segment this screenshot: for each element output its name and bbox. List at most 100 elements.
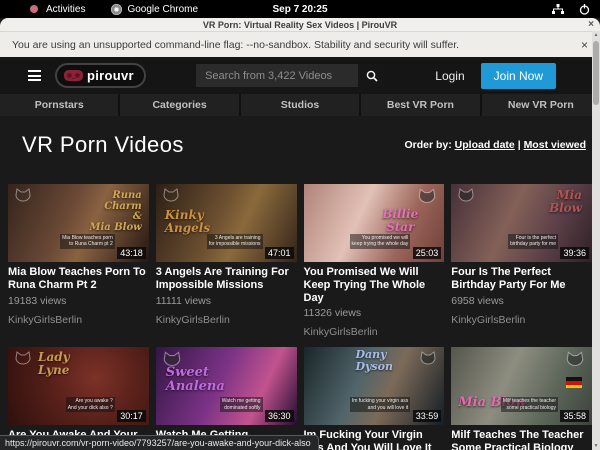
studio-cat-logo-icon	[456, 188, 476, 204]
status-url-text: https://pirouvr.com/vr-porn-video/779325…	[5, 438, 311, 448]
menu-item-best-vr-porn[interactable]: Best VR Porn	[359, 94, 479, 116]
studio-link[interactable]: KinkyGirlsBerlin	[8, 314, 149, 326]
thumb-overlay-name: Billie Star	[382, 208, 418, 233]
thumb-overlay-name: Sweet Analena	[166, 366, 225, 393]
video-title[interactable]: Milf Teaches The Teacher Some Practical …	[451, 429, 592, 450]
tab-title: VR Porn: Virtual Reality Sex Videos | Pi…	[203, 20, 397, 30]
thumb-overlay-caption: Im fucking your virgin ass and you will …	[350, 397, 410, 413]
thumb-overlay-caption: Milf teaches the teacher some practical …	[501, 397, 558, 413]
studio-link[interactable]: KinkyGirlsBerlin	[304, 326, 445, 338]
video-title[interactable]: You Promised We Will Keep Trying The Who…	[304, 266, 445, 304]
thumb-overlay-caption: Watch me getting dominated softly	[220, 397, 263, 413]
network-icon[interactable]	[552, 4, 564, 15]
duration-badge: 39:36	[560, 247, 589, 259]
focused-app-label: Google Chrome	[127, 4, 198, 15]
vertical-scrollbar[interactable]: ▲ ▼	[592, 31, 600, 450]
video-card[interactable]: Dany Dyson Im fucking your virgin ass an…	[304, 347, 445, 450]
menu-item-categories[interactable]: Categories	[118, 94, 238, 116]
thumb-overlay-caption: 3 Angels are training for impossible mis…	[207, 234, 263, 250]
site-menu: Pornstars Categories Studios Best VR Por…	[0, 94, 600, 116]
menu-item-new-vr-porn[interactable]: New VR Porn	[480, 94, 600, 116]
thumb-overlay-name: Lady Lyne	[38, 351, 70, 376]
thumb-overlay-name: Kinky Angels	[165, 209, 210, 234]
browser-tab-strip: VR Porn: Virtual Reality Sex Videos | Pi…	[0, 18, 600, 31]
video-card[interactable]: Kinky Angels 3 Angels are training for i…	[156, 184, 297, 338]
studio-link[interactable]: KinkyGirlsBerlin	[451, 314, 592, 326]
video-views: 19183 views	[8, 295, 149, 307]
video-views: 11111 views	[156, 295, 297, 307]
video-thumbnail[interactable]: Sweet Analena Watch me getting dominated…	[156, 347, 297, 425]
studio-cat-logo-icon	[416, 188, 438, 206]
menu-item-pornstars[interactable]: Pornstars	[0, 94, 118, 116]
hamburger-menu-icon[interactable]	[28, 70, 41, 81]
status-url-bubble: https://pirouvr.com/vr-porn-video/779325…	[0, 435, 319, 450]
system-top-bar: Activities Google Chrome Sep 7 20:25	[0, 0, 600, 18]
order-separator: |	[518, 139, 521, 151]
power-icon[interactable]	[579, 4, 590, 15]
studio-link[interactable]: KinkyGirlsBerlin	[156, 314, 297, 326]
video-thumbnail[interactable]: Kinky Angels 3 Angels are training for i…	[156, 184, 297, 262]
thumb-overlay-name: Runa Charm & Mia Blow	[89, 191, 141, 233]
order-by-control: Order by: Upload date | Most viewed	[404, 139, 586, 151]
video-views: 6958 views	[451, 295, 592, 307]
video-thumbnail[interactable]: Dany Dyson Im fucking your virgin ass an…	[304, 347, 445, 425]
site-navbar: pirouvr Login Join Now	[0, 57, 600, 94]
video-title[interactable]: 3 Angels Are Training For Impossible Mis…	[156, 266, 297, 292]
tab-close-icon[interactable]: ×	[588, 18, 594, 31]
search-icon	[366, 70, 378, 82]
video-title[interactable]: Mia Blow Teaches Porn To Runa Charm Pt 2	[8, 266, 149, 292]
studio-cat-logo-icon	[13, 188, 33, 204]
video-card[interactable]: Billie Star You promised we will keep tr…	[304, 184, 445, 338]
video-card[interactable]: Mia Blow Milf teaches the teacher some p…	[451, 347, 592, 450]
thumb-overlay-name: Dany Dyson	[356, 349, 393, 372]
order-most-viewed-link[interactable]: Most viewed	[524, 139, 586, 151]
video-title[interactable]: Four Is The Perfect Birthday Party For M…	[451, 266, 592, 292]
duration-badge: 30:17	[117, 410, 146, 422]
browser-infobar: You are using an unsupported command-lin…	[0, 31, 600, 57]
focused-app-menu[interactable]: Google Chrome	[111, 4, 198, 15]
thumb-overlay-caption: Four is the perfect birthday party for m…	[508, 234, 558, 250]
site-logo[interactable]: pirouvr	[55, 63, 146, 88]
scrollbar-thumb[interactable]	[593, 41, 599, 105]
order-by-label: Order by:	[404, 139, 451, 151]
activities-button[interactable]: Activities	[30, 4, 85, 15]
video-thumbnail[interactable]: Mia Blow Milf teaches the teacher some p…	[451, 347, 592, 425]
chrome-icon	[111, 4, 122, 15]
duration-badge: 35:58	[560, 410, 589, 422]
video-thumbnail[interactable]: Billie Star You promised we will keep tr…	[304, 184, 445, 262]
video-thumbnail[interactable]: Lady Lyne Are you awake ? And your dick …	[8, 347, 149, 425]
duration-badge: 33:59	[413, 410, 442, 422]
video-grid: Runa Charm & Mia Blow Mia Blow teaches p…	[0, 184, 600, 450]
clock[interactable]: Sep 7 20:25	[272, 4, 327, 15]
page-title: VR Porn Videos	[22, 132, 184, 158]
video-card[interactable]: Mia Blow Four is the perfect birthday pa…	[451, 184, 592, 338]
duration-badge: 25:03	[413, 247, 442, 259]
duration-badge: 47:01	[265, 247, 294, 259]
order-upload-date-link[interactable]: Upload date	[455, 139, 515, 151]
video-thumbnail[interactable]: Mia Blow Four is the perfect birthday pa…	[451, 184, 592, 262]
duration-badge: 36:30	[265, 410, 294, 422]
infobar-close-icon[interactable]: ×	[581, 38, 588, 52]
video-card[interactable]: Runa Charm & Mia Blow Mia Blow teaches p…	[8, 184, 149, 338]
studio-cat-logo-icon	[564, 351, 586, 369]
activities-label: Activities	[46, 4, 85, 15]
german-flag-icon	[566, 377, 582, 388]
studio-cat-logo-icon	[161, 188, 181, 204]
site-logo-text: pirouvr	[87, 68, 134, 83]
video-thumbnail[interactable]: Runa Charm & Mia Blow Mia Blow teaches p…	[8, 184, 149, 262]
video-views: 11326 views	[304, 307, 445, 319]
scroll-up-icon[interactable]: ▲	[594, 31, 599, 39]
vr-headset-icon	[64, 70, 83, 81]
video-title[interactable]: Im Fucking Your Virgin Ass And You Will …	[304, 429, 445, 450]
search-button[interactable]	[358, 64, 385, 87]
recording-indicator-icon	[30, 5, 38, 13]
thumb-overlay-caption: You promised we will keep trying the who…	[350, 234, 411, 250]
scroll-down-icon[interactable]: ▼	[594, 442, 599, 450]
login-link[interactable]: Login	[435, 69, 464, 83]
studio-cat-logo-icon	[418, 351, 438, 367]
join-now-button[interactable]: Join Now	[481, 63, 556, 89]
search-input[interactable]	[196, 64, 358, 87]
menu-item-studios[interactable]: Studios	[239, 94, 359, 116]
infobar-message: You are using an unsupported command-lin…	[12, 39, 459, 51]
search-bar	[196, 64, 385, 87]
